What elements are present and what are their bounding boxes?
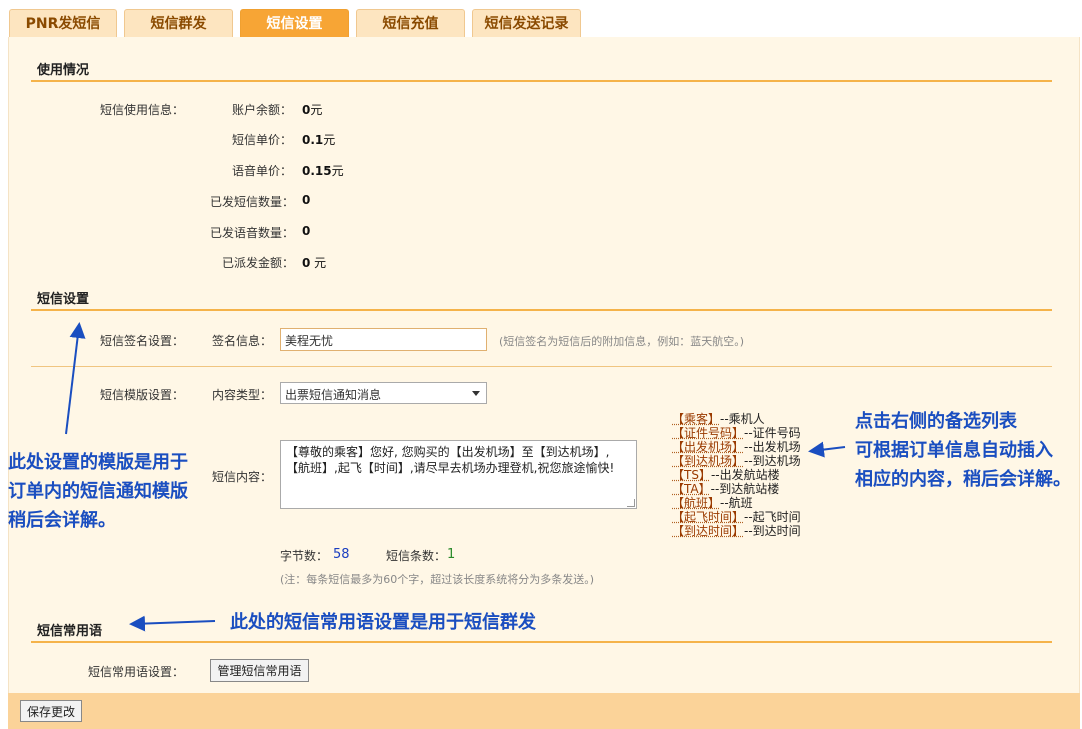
sms-sent-value: 0 bbox=[302, 193, 311, 207]
sms-content-text: 【尊敬的乘客】您好, 您购买的【出发机场】至【到达机场】,【航班】,起飞【时间】… bbox=[286, 445, 615, 475]
content-label: 短信内容： bbox=[212, 470, 273, 484]
template-group-label: 短信模版设置： bbox=[100, 388, 185, 402]
usage-group-label: 短信使用信息： bbox=[100, 103, 185, 117]
token-item[interactable]: 【到达时间】--到达时间 bbox=[672, 524, 801, 538]
save-button[interactable]: 保存更改 bbox=[20, 700, 82, 722]
manage-phrases-button[interactable]: 管理短信常用语 bbox=[210, 659, 309, 682]
signature-hint: (短信签名为短信后的附加信息，例如：蓝天航空。) bbox=[499, 335, 745, 348]
footer-bar: 保存更改 bbox=[8, 693, 1080, 729]
signature-label: 签名信息： bbox=[212, 334, 273, 348]
token-item[interactable]: 【出发机场】--出发机场 bbox=[672, 440, 801, 454]
phrases-section-title: 短信常用语 bbox=[37, 624, 103, 639]
token-item[interactable]: 【航班】--航班 bbox=[672, 496, 801, 510]
sms-sent-label: 已发短信数量： bbox=[210, 195, 295, 209]
content-type-select[interactable]: 出票短信通知消息 bbox=[280, 382, 487, 404]
tab-sms-settings[interactable]: 短信设置 bbox=[240, 9, 349, 38]
content-type-value: 出票短信通知消息 bbox=[285, 388, 382, 402]
signature-group-label: 短信签名设置： bbox=[100, 334, 185, 348]
tab-bulk-sms[interactable]: 短信群发 bbox=[124, 9, 233, 38]
length-note: (注：每条短信最多为60个字，超过该长度系统将分为多条发送。) bbox=[280, 573, 595, 586]
content-type-label: 内容类型： bbox=[212, 388, 273, 402]
dispatched-amount-value: 0 元 bbox=[302, 256, 327, 270]
voice-sent-value: 0 bbox=[302, 224, 311, 238]
token-item[interactable]: 【到达机场】--到达机场 bbox=[672, 454, 801, 468]
settings-section-title: 短信设置 bbox=[37, 292, 90, 307]
token-item[interactable]: 【TS】--出发航站楼 bbox=[672, 468, 801, 482]
token-item[interactable]: 【起飞时间】--起飞时间 bbox=[672, 510, 801, 524]
balance-label: 账户余额： bbox=[232, 103, 293, 117]
usage-section-title: 使用情况 bbox=[37, 63, 90, 78]
voice-price-value: 0.15元 bbox=[302, 164, 344, 178]
bytes-label: 字节数： bbox=[280, 549, 329, 563]
divider bbox=[31, 366, 1052, 367]
balance-value: 0元 bbox=[302, 103, 323, 117]
bytes-value: 58 bbox=[333, 547, 350, 562]
sms-count-value: 1 bbox=[447, 547, 456, 562]
voice-price-label: 语音单价： bbox=[232, 164, 293, 178]
sms-content-textarea[interactable]: 【尊敬的乘客】您好, 您购买的【出发机场】至【到达机场】,【航班】,起飞【时间】… bbox=[280, 440, 637, 509]
annotation-template-note: 此处设置的模版是用于 订单内的短信通知模版 稍后会详解。 bbox=[8, 452, 188, 531]
tab-pnr-sms[interactable]: PNR发短信 bbox=[9, 9, 117, 38]
chevron-down-icon bbox=[472, 391, 480, 396]
phrases-group-label: 短信常用语设置： bbox=[88, 665, 185, 679]
tab-bar: PNR发短信 短信群发 短信设置 短信充值 短信发送记录 bbox=[0, 0, 1082, 38]
token-item[interactable]: 【乘客】--乘机人 bbox=[672, 412, 801, 426]
divider bbox=[31, 309, 1052, 311]
token-list: 【乘客】--乘机人 【证件号码】--证件号码 【出发机场】--出发机场 【到达机… bbox=[672, 412, 801, 538]
voice-sent-label: 已发语音数量： bbox=[210, 226, 295, 240]
tab-sms-history[interactable]: 短信发送记录 bbox=[472, 9, 581, 38]
settings-panel bbox=[8, 37, 1080, 693]
sms-price-label: 短信单价： bbox=[232, 133, 293, 147]
dispatched-amount-label: 已派发金额： bbox=[222, 256, 295, 270]
annotation-phrases-note: 此处的短信常用语设置是用于短信群发 bbox=[230, 612, 536, 633]
sms-count-label: 短信条数： bbox=[386, 549, 447, 563]
token-item[interactable]: 【证件号码】--证件号码 bbox=[672, 426, 801, 440]
tab-sms-recharge[interactable]: 短信充值 bbox=[356, 9, 465, 38]
sms-price-value: 0.1元 bbox=[302, 133, 336, 147]
token-item[interactable]: 【TA】--到达航站楼 bbox=[672, 482, 801, 496]
annotation-token-note: 点击右侧的备选列表 可根据订单信息自动插入 相应的内容，稍后会详解。 bbox=[855, 411, 1071, 490]
resize-handle-icon[interactable] bbox=[627, 499, 635, 507]
signature-input[interactable]: 美程无忧 bbox=[280, 328, 487, 351]
divider bbox=[31, 641, 1052, 643]
divider bbox=[31, 80, 1052, 82]
